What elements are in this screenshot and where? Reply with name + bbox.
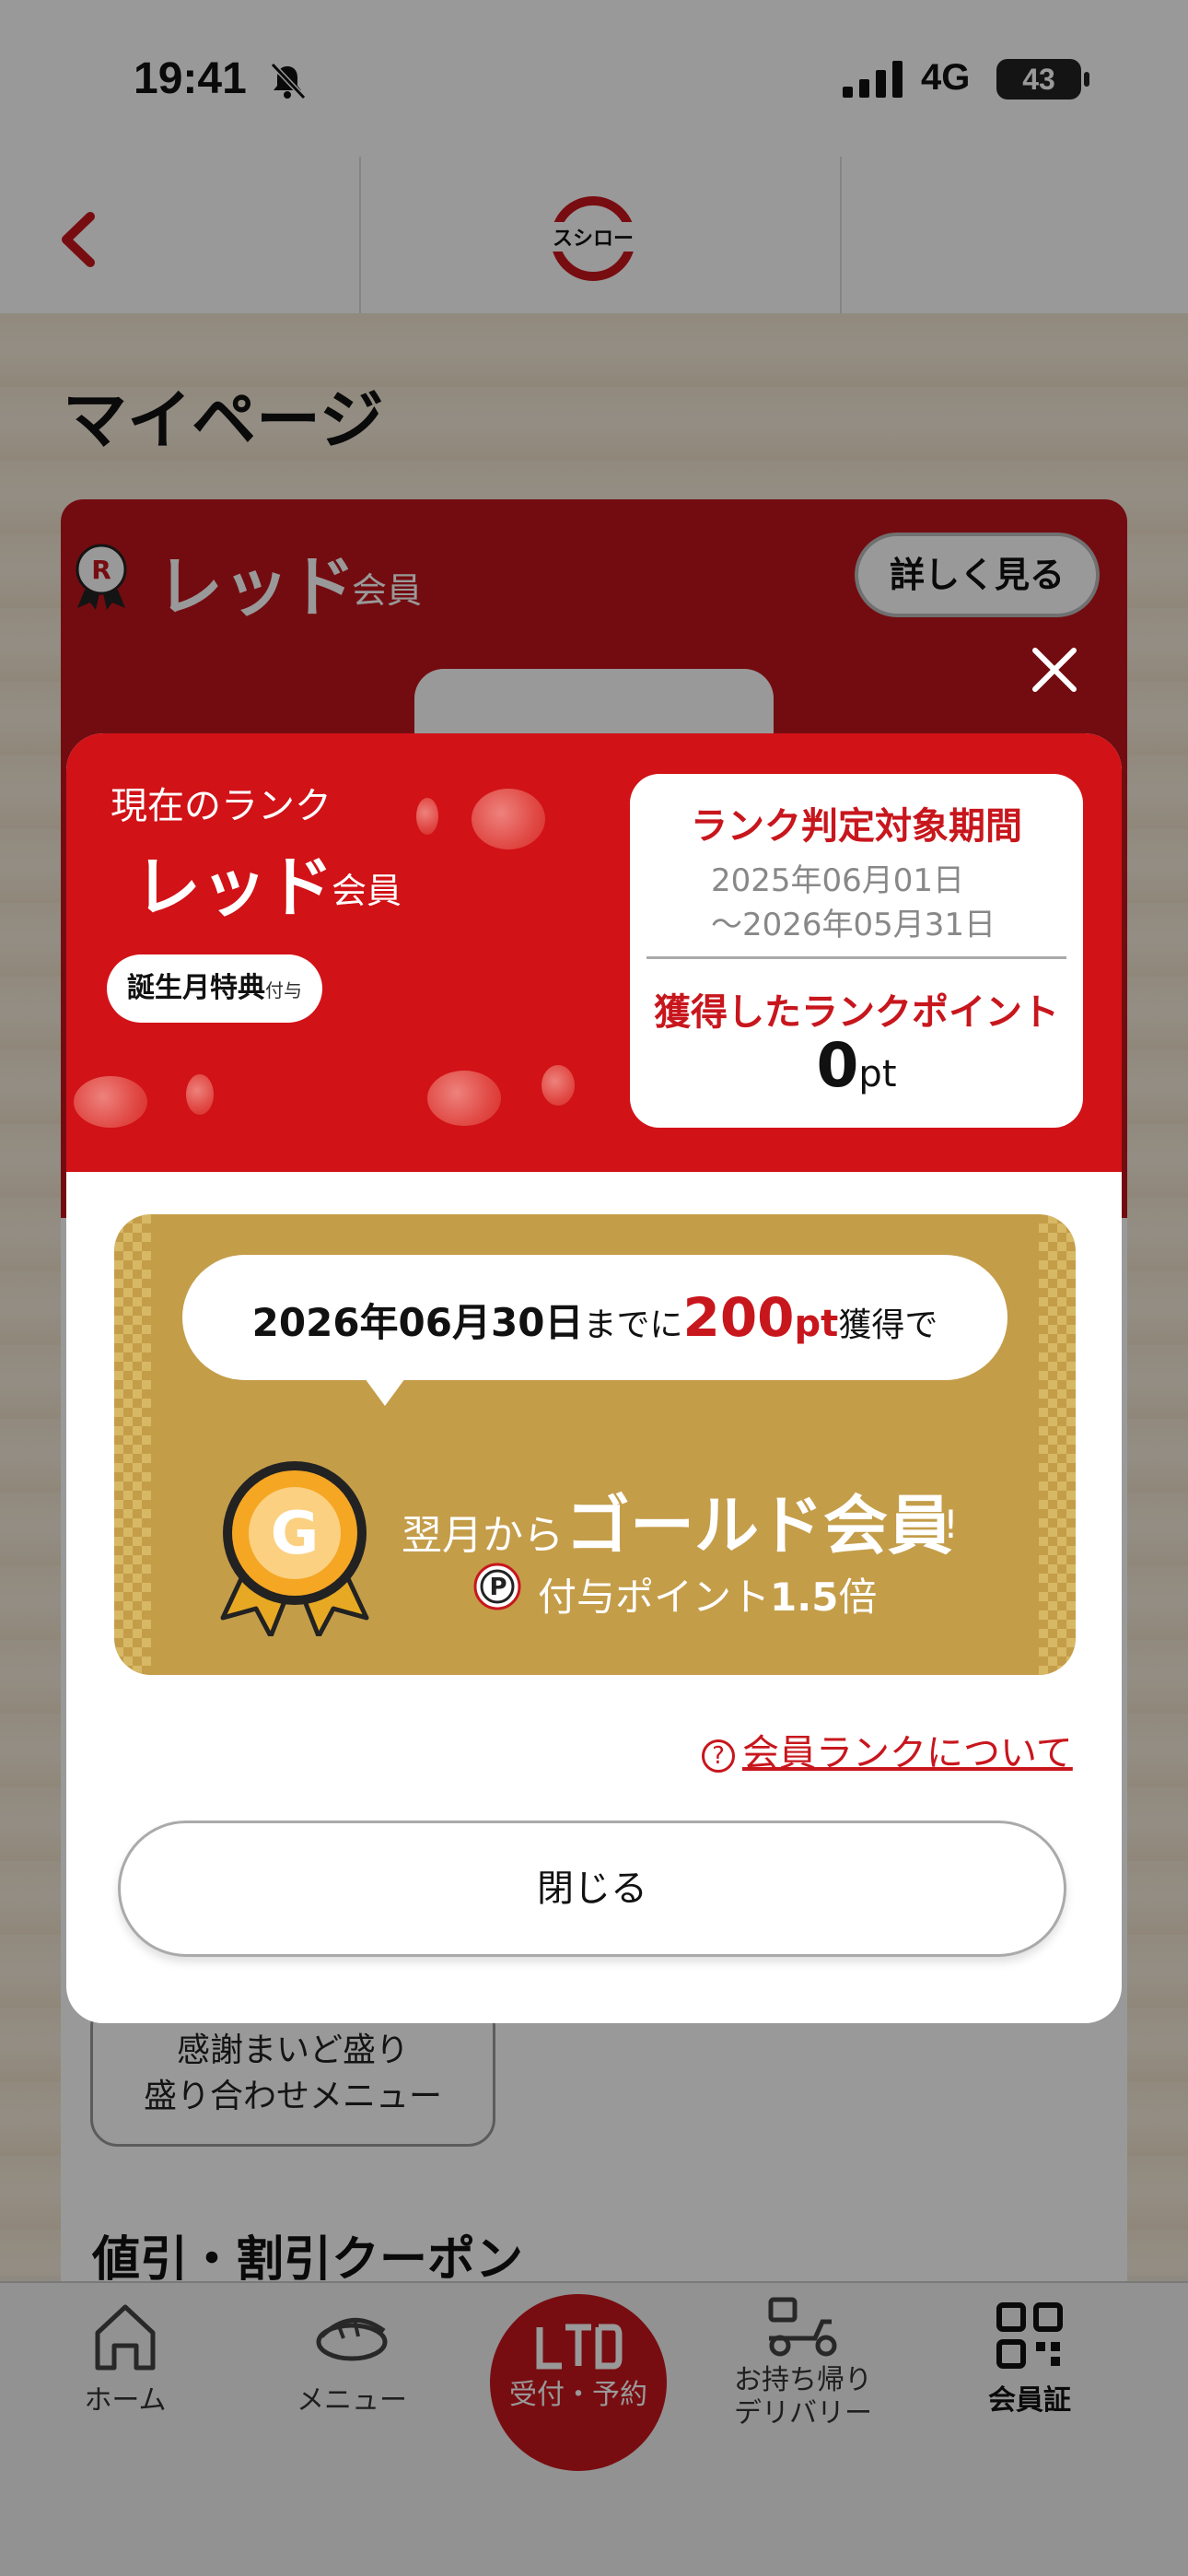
period-title: ランク判定対象期間 [691,805,1022,848]
svg-text:P: P [489,1574,507,1601]
current-rank-name: レッド [134,849,334,926]
next-month-text: 翌月から [402,1512,564,1559]
checker-border [114,1214,151,1675]
coin-decoration [416,798,438,835]
coin-decoration [186,1074,214,1115]
points-value: 0 [816,1030,859,1101]
goal-points: 200 [682,1286,795,1349]
bonus-text: 付与ポイント1.5倍 [538,1566,877,1622]
gold-medal-icon: G [220,1461,369,1636]
period-end: 〜2026年05月31日 [711,907,996,943]
next-rank-panel: 2026年06月30日までに200pt獲得で G 翌月から ゴールド会員 ! P… [114,1214,1076,1675]
birthday-benefit-badge: 誕生月特典付与 [107,954,322,1023]
goal-date: 2026年06月30日 [251,1300,584,1345]
bonus-label: 付与ポイント [538,1575,771,1620]
goal-mid: までに [583,1306,683,1344]
goal-speech-bubble: 2026年06月30日までに200pt獲得で [182,1255,1007,1380]
points-unit: pt [858,1053,897,1095]
birthday-badge-main: 誕生月特典 [127,972,265,1004]
goal-end: 獲得で [838,1306,938,1344]
birthday-badge-sub: 付与 [265,979,302,1001]
svg-text:G: G [271,1500,320,1568]
bonus-suffix: 倍 [838,1575,878,1620]
rank-info-box: ランク判定対象期間 2025年06月01日 〜2026年05月31日 獲得したラ… [630,774,1083,1128]
gold-member-text: ゴールド会員 [565,1488,952,1563]
goal-pt: pt [794,1303,839,1345]
points-value-row: 0pt [630,1030,1083,1101]
checker-border [1039,1214,1076,1675]
current-rank-suffix: 会員 [332,871,402,911]
close-x-icon[interactable] [1030,645,1079,695]
current-rank-label: 現在のランク [111,785,332,827]
bonus-multiplier: 1.5 [770,1575,839,1620]
help-circle-icon: ? [702,1739,735,1773]
close-button[interactable]: 閉じる [118,1821,1066,1957]
points-title: 獲得したランクポイント [654,991,1059,1034]
coin-decoration [472,789,545,849]
coin-decoration [542,1065,575,1106]
coin-decoration [74,1076,147,1128]
rank-help-label: 会員ランクについて [742,1732,1073,1774]
divider [646,956,1066,959]
rank-help-link[interactable]: ? 会員ランクについて [702,1723,1073,1776]
rank-modal-header: 現在のランク レッド 会員 誕生月特典付与 ランク判定対象期間 2025年06月… [66,733,1122,1172]
speech-bubble-tail [365,1378,405,1406]
coin-decoration [427,1071,501,1126]
exclaim-text: ! [943,1502,959,1547]
rank-modal: 現在のランク レッド 会員 誕生月特典付与 ランク判定対象期間 2025年06月… [66,733,1122,2023]
period-start: 2025年06月01日 [711,862,965,899]
point-p-icon: P [473,1563,521,1610]
